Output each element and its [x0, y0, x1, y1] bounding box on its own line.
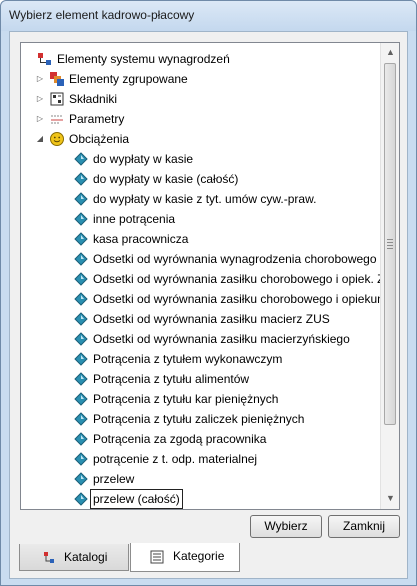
expand-arrow-icon[interactable]: ▷ [35, 89, 45, 109]
scroll-up-arrow-icon[interactable]: ▲ [382, 44, 399, 61]
tree-item-label: Odsetki od wyrównania zasiłku choroboweg… [93, 292, 381, 306]
tab-categories[interactable]: Kategorie [130, 543, 240, 572]
scrollbar-thumb[interactable] [384, 63, 396, 425]
tree-leaf-item[interactable]: przelew [21, 469, 381, 489]
bottom-tab-strip: Katalogi Kategorie [9, 543, 408, 578]
tree-item-label: potrącenie z t. odp. materialnej [93, 452, 258, 466]
deduction-item-icon [73, 271, 89, 287]
scroll-down-arrow-icon[interactable]: ▼ [382, 490, 399, 507]
tree-item-label: Składniki [69, 92, 118, 106]
components-icon [49, 91, 65, 107]
tree-item-label: Parametry [69, 112, 125, 126]
tree-leaf-item[interactable]: do wypłaty w kasie z tyt. umów cyw.-praw… [21, 189, 381, 209]
deduction-item-icon [73, 311, 89, 327]
tree-group-node[interactable]: ▷ Parametry [21, 109, 381, 129]
tree-leaf-item[interactable]: Odsetki od wyrównania wynagrodzenia chor… [21, 249, 381, 269]
tree-item-label: Potrącenia z tytułem wykonawczym [93, 352, 283, 366]
close-button[interactable]: Zamknij [328, 515, 400, 538]
scrollbar-grip-icon [387, 239, 393, 251]
tree-item-label: do wypłaty w kasie (całość) [93, 172, 239, 186]
parameters-icon [49, 111, 65, 127]
tree-item-label: Odsetki od wyrównania zasiłku choroboweg… [93, 272, 381, 286]
tree-leaf-item[interactable]: przelew (całość) [21, 489, 381, 509]
tab-catalogs-label: Katalogi [64, 550, 108, 564]
deduction-item-icon [73, 171, 89, 187]
grouped-elements-icon [49, 71, 65, 87]
tree-leaf-item[interactable]: Odsetki od wyrównania zasiłku choroboweg… [21, 289, 381, 309]
deduction-item-icon [73, 431, 89, 447]
tree-leaf-item[interactable]: kasa pracownicza [21, 229, 381, 249]
deduction-item-icon [73, 231, 89, 247]
deduction-item-icon [73, 411, 89, 427]
deduction-item-icon [73, 471, 89, 487]
tree-item-label: Potrącenia z tytułu alimentów [93, 372, 250, 386]
smiley-coin-icon [49, 131, 65, 147]
vertical-scrollbar[interactable]: ▲ ▼ [380, 43, 399, 509]
tab-catalogs[interactable]: Katalogi [19, 544, 129, 571]
tree-item-label: do wypłaty w kasie z tyt. umów cyw.-praw… [93, 192, 317, 206]
tree-item-label: Obciążenia [69, 132, 130, 146]
tree-group-node[interactable]: ▷ Składniki [21, 89, 381, 109]
deduction-item-icon [73, 151, 89, 167]
tree-leaf-item[interactable]: Odsetki od wyrównania zasiłku macierz ZU… [21, 309, 381, 329]
deduction-item-icon [73, 491, 89, 507]
tree-item-label: do wypłaty w kasie [93, 152, 194, 166]
tree-leaf-item[interactable]: do wypłaty w kasie [21, 149, 381, 169]
tree-leaf-item[interactable]: Odsetki od wyrównania zasiłku choroboweg… [21, 269, 381, 289]
deduction-item-icon [73, 211, 89, 227]
tree-leaf-item[interactable]: Potrącenia za zgodą pracownika [21, 429, 381, 449]
tree-leaf-item[interactable]: Potrącenia z tytułu zaliczek pieniężnych [21, 409, 381, 429]
tree-item-label: Elementy systemu wynagrodzeń [57, 52, 230, 66]
tree-item-label: Elementy zgrupowane [69, 72, 188, 86]
deduction-item-icon [73, 351, 89, 367]
tree-leaf-item[interactable]: Potrącenia z tytułu alimentów [21, 369, 381, 389]
tree-item-label: Odsetki od wyrównania wynagrodzenia chor… [93, 252, 377, 266]
tree-item-label: Odsetki od wyrównania zasiłku macierzyńs… [93, 332, 350, 346]
expand-arrow-icon[interactable]: ▷ [35, 109, 45, 129]
dialog-window: Wybierz element kadrowo-płacowy Elementy… [0, 0, 417, 586]
deduction-item-icon [73, 331, 89, 347]
tree-item-label: Potrącenia z tytułu zaliczek pieniężnych [93, 412, 305, 426]
deduction-item-icon [73, 451, 89, 467]
deduction-item-icon [73, 371, 89, 387]
tree-leaf-item[interactable]: do wypłaty w kasie (całość) [21, 169, 381, 189]
deduction-item-icon [73, 291, 89, 307]
expand-arrow-icon[interactable]: ▷ [35, 69, 45, 89]
categories-icon [149, 548, 165, 564]
tree-item-label: przelew (całość) [90, 489, 183, 509]
tree-item-label: inne potrącenia [93, 212, 176, 226]
tree-item-label: kasa pracownicza [93, 232, 189, 246]
dialog-client-area: Elementy systemu wynagrodzeń ▷ Elementy zg… [9, 31, 408, 579]
deduction-item-icon [73, 191, 89, 207]
tab-categories-label: Kategorie [173, 549, 225, 563]
tree-leaf-item[interactable]: Odsetki od wyrównania zasiłku macierzyńs… [21, 329, 381, 349]
tree-item-label: Potrącenia z tytułu kar pieniężnych [93, 392, 279, 406]
collapse-arrow-icon[interactable]: ◢ [35, 129, 45, 149]
select-button[interactable]: Wybierz [250, 515, 322, 538]
tree-item-label: Odsetki od wyrównania zasiłku macierz ZU… [93, 312, 330, 326]
tree-root-node[interactable]: Elementy systemu wynagrodzeń [21, 49, 381, 69]
hierarchy-icon [37, 51, 53, 67]
deduction-item-icon [73, 251, 89, 267]
tree-leaf-item[interactable]: Potrącenia z tytułu kar pieniężnych [21, 389, 381, 409]
window-title: Wybierz element kadrowo-płacowy [9, 8, 195, 22]
tree-content: Elementy systemu wynagrodzeń ▷ Elementy zg… [21, 43, 381, 509]
element-tree-view[interactable]: Elementy systemu wynagrodzeń ▷ Elementy zg… [20, 42, 400, 510]
tree-leaf-item[interactable]: potrącenie z t. odp. materialnej [21, 449, 381, 469]
catalog-icon [42, 549, 58, 565]
tree-leaf-item[interactable]: Potrącenia z tytułem wykonawczym [21, 349, 381, 369]
deduction-item-icon [73, 391, 89, 407]
tree-group-node[interactable]: ▷ Elementy zgrupowane [21, 69, 381, 89]
tree-item-label: przelew [93, 472, 135, 486]
tree-item-label: Potrącenia za zgodą pracownika [93, 432, 267, 446]
tree-group-node[interactable]: ◢ Obciążenia [21, 129, 381, 149]
title-bar[interactable]: Wybierz element kadrowo-płacowy [1, 1, 416, 31]
tree-leaf-item[interactable]: inne potrącenia [21, 209, 381, 229]
